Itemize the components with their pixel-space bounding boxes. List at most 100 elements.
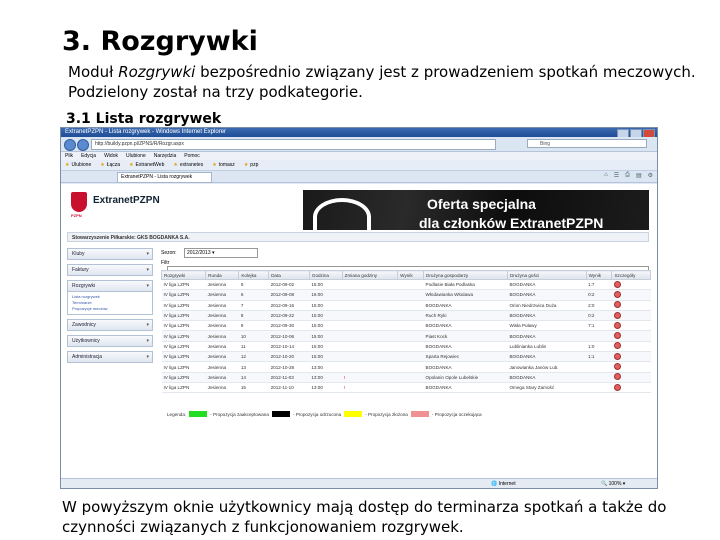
table-cell (397, 300, 424, 311)
pzpn-shield-icon (71, 192, 87, 212)
tools-icon[interactable]: ⚙ (648, 172, 653, 179)
zoom-level[interactable]: 🔍 100% ▾ (601, 479, 625, 488)
table-row[interactable]: IV liga LZPN Jesienna 8 2012-09-22 15:00 Ruch… (161, 310, 651, 322)
favorites-item[interactable]: ExtranetWeb (129, 160, 165, 170)
menu-edycja[interactable]: Edycja (81, 152, 96, 160)
col-goscie[interactable]: Drużyna gości (506, 270, 587, 280)
feeds-icon[interactable]: ☰ (614, 172, 619, 179)
sidebar-item-administracja[interactable]: Administracja (67, 351, 153, 363)
sidebar-item-faktury[interactable]: Faktury (67, 264, 153, 276)
table-cell: 8 (238, 310, 269, 322)
col-wynik-2[interactable]: Wynik (585, 270, 613, 280)
season-value: 2012/2013 (186, 250, 211, 256)
table-cell: Jesienna (205, 361, 239, 373)
details-icon[interactable] (613, 290, 621, 298)
page-icon[interactable]: ▤ (636, 172, 642, 179)
details-icon[interactable] (613, 363, 621, 371)
season-select[interactable]: 2012/2013 ▾ (183, 248, 258, 258)
intro-text: Moduł Rozgrywki bezpośrednio związany je… (68, 62, 708, 102)
favorites-item[interactable]: Ulubione (65, 160, 91, 170)
details-icon[interactable] (613, 311, 621, 319)
table-row[interactable]: IV liga LZPN Jesienna 11 2012-10-14 15:00 BOG… (161, 341, 651, 353)
legend: Legenda: - Propozycja zaakceptowana - Pr… (167, 411, 482, 417)
col-zmiana-godziny[interactable]: Zmiana godziny (341, 270, 399, 280)
table-row[interactable]: IV liga LZPN Jesienna 9 2012-09-30 15:00 BOGD… (161, 320, 651, 332)
favorites-item[interactable]: extranetes (173, 160, 203, 170)
table-cell: Opolanin Opole Lubelskie (423, 372, 508, 383)
home-icon[interactable]: ⌂ (604, 172, 608, 179)
table-row[interactable]: IV liga LZPN Jesienna 14 2012-11-03 13:00! Op… (161, 372, 651, 383)
details-cell (611, 310, 651, 322)
col-szczegoly[interactable]: Szczegóły (611, 270, 651, 280)
table-row[interactable]: IV liga LZPN Jesienna 7 2012-09-16 15:00 BOGD… (161, 300, 651, 311)
print-icon[interactable]: ⎙ (625, 172, 630, 179)
details-icon[interactable] (613, 321, 621, 329)
col-kolejka[interactable]: Kolejka (238, 270, 270, 280)
details-icon[interactable] (613, 373, 621, 381)
table-cell: 1:7 (586, 279, 612, 291)
favorites-item[interactable]: pzp (244, 160, 258, 170)
details-cell (611, 372, 651, 383)
favorites-item[interactable]: Łącza (100, 160, 120, 170)
table-cell: 2012-09-22 (268, 310, 310, 322)
table-row[interactable]: IV liga LZPN Jesienna 12 2012-10-20 15:00 Spa… (161, 351, 651, 363)
promo-banner[interactable]: Oferta specjalna dla członków ExtranetPZ… (303, 190, 649, 230)
sidebar-item-rozgrywki[interactable]: Rozgrywki (67, 280, 153, 292)
table-cell: Jesienna (205, 289, 239, 301)
table-cell: Omega Stary Zamość (507, 382, 587, 394)
favorites-item[interactable]: tomasz (212, 160, 235, 170)
table-cell: 1:0 (586, 341, 612, 353)
eagle-icon (313, 198, 371, 230)
forward-icon[interactable] (77, 139, 89, 151)
table-cell: 2012-10-28 (268, 361, 310, 373)
table-cell (342, 330, 398, 342)
details-cell (611, 300, 651, 311)
col-gospodarze[interactable]: Drużyna gospodarzy (423, 270, 508, 280)
brand-sub: PZPN (71, 213, 82, 218)
table-header-row: Rozgrywki Runda Kolejka Data Godzina Zmi… (160, 270, 651, 280)
details-cell (611, 289, 651, 301)
tab-lista-rozgrywek[interactable]: ExtranetPZPN - Lista rozgrywek (117, 172, 212, 183)
address-input[interactable]: http://buildy.pzpn.pl/ZPNS/R/Rozgr.aspx (91, 139, 496, 150)
menu-widok[interactable]: Widok (104, 152, 118, 160)
sidebar-item-kluby[interactable]: Kluby (67, 248, 153, 260)
table-cell: Wisła Puławy (507, 320, 587, 332)
submenu-propozycje[interactable]: Propozycje meczów (72, 306, 148, 312)
details-icon[interactable] (613, 352, 621, 360)
details-cell (611, 320, 651, 332)
table-cell (397, 351, 424, 363)
col-rozgrywki[interactable]: Rozgrywki (160, 270, 207, 280)
details-icon[interactable] (613, 383, 621, 391)
table-cell: IV liga LZPN (161, 289, 206, 301)
col-runda[interactable]: Runda (205, 270, 240, 280)
menu-ulubione[interactable]: Ulubione (126, 152, 146, 160)
table-row[interactable]: IV liga LZPN Jesienna 13 2012-10-28 13:00 BOG… (161, 361, 651, 373)
details-icon[interactable] (613, 332, 621, 340)
table-cell (397, 382, 424, 394)
table-cell: 2012-09-16 (268, 300, 310, 311)
legend-label: - Propozycja zaakceptowana (210, 411, 269, 417)
menu-bar: Plik Edycja Widok Ulubione Narzędzia Pom… (61, 152, 657, 160)
table-cell (342, 300, 398, 311)
search-input[interactable]: Bing (527, 139, 647, 148)
table-row[interactable]: IV liga LZPN Jesienna 10 2012-10-06 15:00 Pia… (161, 330, 651, 342)
details-icon[interactable] (613, 342, 621, 350)
col-data[interactable]: Data (268, 270, 310, 280)
legend-label: - Propozycja złożona (365, 411, 408, 417)
details-icon[interactable] (613, 301, 621, 309)
sidebar-item-zawodnicy[interactable]: Zawodnicy (67, 319, 153, 331)
table-cell: 15:00 (309, 310, 343, 322)
col-godzina[interactable]: Godzina (308, 270, 343, 280)
table-row[interactable]: IV liga LZPN Jesienna 6 2012-09-08 16:00 Włod… (161, 289, 651, 301)
table-row[interactable]: IV liga LZPN Jesienna 15 2012-11-10 13:00! BO… (161, 382, 651, 394)
col-wynik-1[interactable]: Wynik (397, 270, 425, 280)
sidebar-item-uzytkownicy[interactable]: Użytkownicy (67, 335, 153, 347)
table-row[interactable]: IV liga LZPN Jesienna 5 2012-09-02 15:00 Podl… (161, 279, 651, 291)
menu-narzedzia[interactable]: Narzędzia (154, 152, 177, 160)
menu-pomoc[interactable]: Pomoc (184, 152, 200, 160)
menu-plik[interactable]: Plik (65, 152, 73, 160)
matches-table: Rozgrywki Runda Kolejka Data Godzina Zmi… (160, 270, 651, 394)
details-icon[interactable] (613, 280, 621, 288)
back-icon[interactable] (64, 139, 76, 151)
table-cell: Podlasie Biała Podlaska (423, 279, 508, 291)
